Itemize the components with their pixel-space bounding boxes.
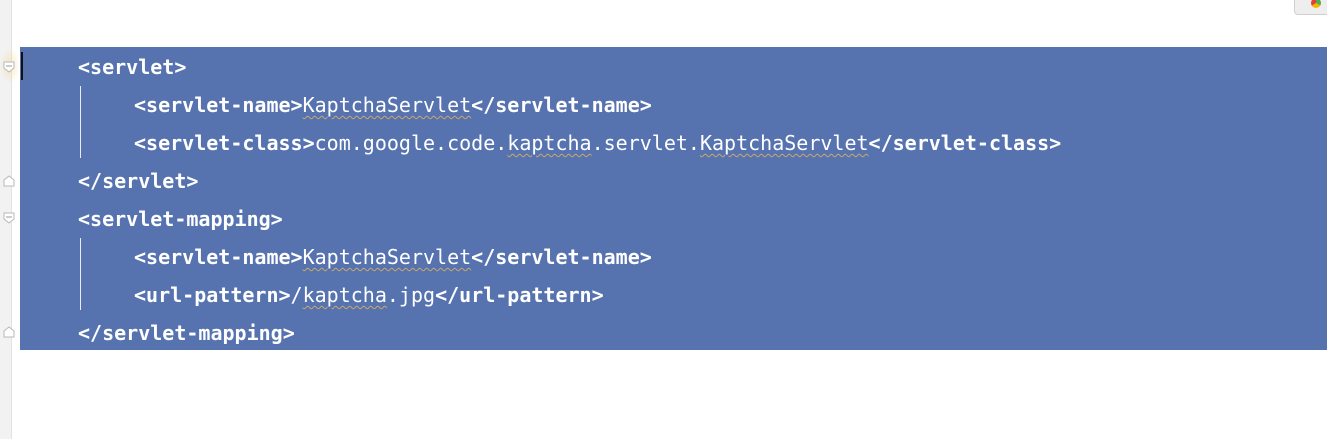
fold-close-icon[interactable]: [3, 175, 15, 187]
xml-text-value: .servlet.: [591, 131, 700, 155]
indent-guide: [80, 238, 81, 310]
xml-open-tag: <servlet>: [78, 55, 187, 79]
xml-text-value: KaptchaServlet: [699, 131, 869, 155]
status-icon: [1311, 0, 1321, 8]
code-line[interactable]: <servlet-mapping>: [78, 201, 283, 237]
xml-close-tag: </servlet-class>: [868, 131, 1062, 155]
xml-text-value: kaptcha: [507, 131, 592, 155]
code-line[interactable]: <url-pattern>/kaptcha.jpg</url-pattern>: [134, 277, 604, 313]
indent-guide: [80, 86, 81, 158]
code-line[interactable]: <servlet-name>KaptchaServlet</servlet-na…: [134, 87, 652, 123]
code-line[interactable]: </servlet-mapping>: [78, 315, 295, 351]
code-line[interactable]: <servlet>: [78, 49, 186, 85]
xml-open-tag: <url-pattern>: [134, 283, 291, 307]
xml-close-tag: </servlet-mapping>: [78, 321, 295, 345]
xml-text-value: com.google.code.: [314, 131, 508, 155]
xml-text-value: .jpg: [386, 283, 436, 307]
xml-text-value: KaptchaServlet: [302, 245, 472, 269]
xml-open-tag: <servlet-name>: [134, 245, 303, 269]
xml-open-tag: <servlet-name>: [134, 93, 303, 117]
code-line[interactable]: <servlet-class>com.google.code.kaptcha.s…: [134, 125, 1061, 161]
xml-close-tag: </servlet>: [78, 169, 199, 193]
code-editor[interactable]: <servlet> <servlet-name>KaptchaServlet</…: [0, 0, 1327, 439]
fold-open-icon[interactable]: [3, 61, 15, 73]
text-caret: [21, 52, 23, 80]
xml-open-tag: <servlet-mapping>: [78, 207, 283, 231]
xml-open-tag: <servlet-class>: [134, 131, 315, 155]
xml-text-value: kaptcha: [302, 283, 387, 307]
xml-close-tag: </servlet-name>: [471, 93, 652, 117]
xml-text-value: /: [290, 283, 303, 307]
fold-close-icon[interactable]: [3, 326, 15, 338]
xml-text-value: KaptchaServlet: [302, 93, 472, 117]
inspection-widget[interactable]: [1294, 0, 1327, 15]
xml-close-tag: </url-pattern>: [435, 283, 604, 307]
xml-close-tag: </servlet-name>: [471, 245, 652, 269]
code-line[interactable]: </servlet>: [78, 163, 198, 199]
code-line[interactable]: <servlet-name>KaptchaServlet</servlet-na…: [134, 239, 652, 275]
fold-open-icon[interactable]: [3, 212, 15, 224]
